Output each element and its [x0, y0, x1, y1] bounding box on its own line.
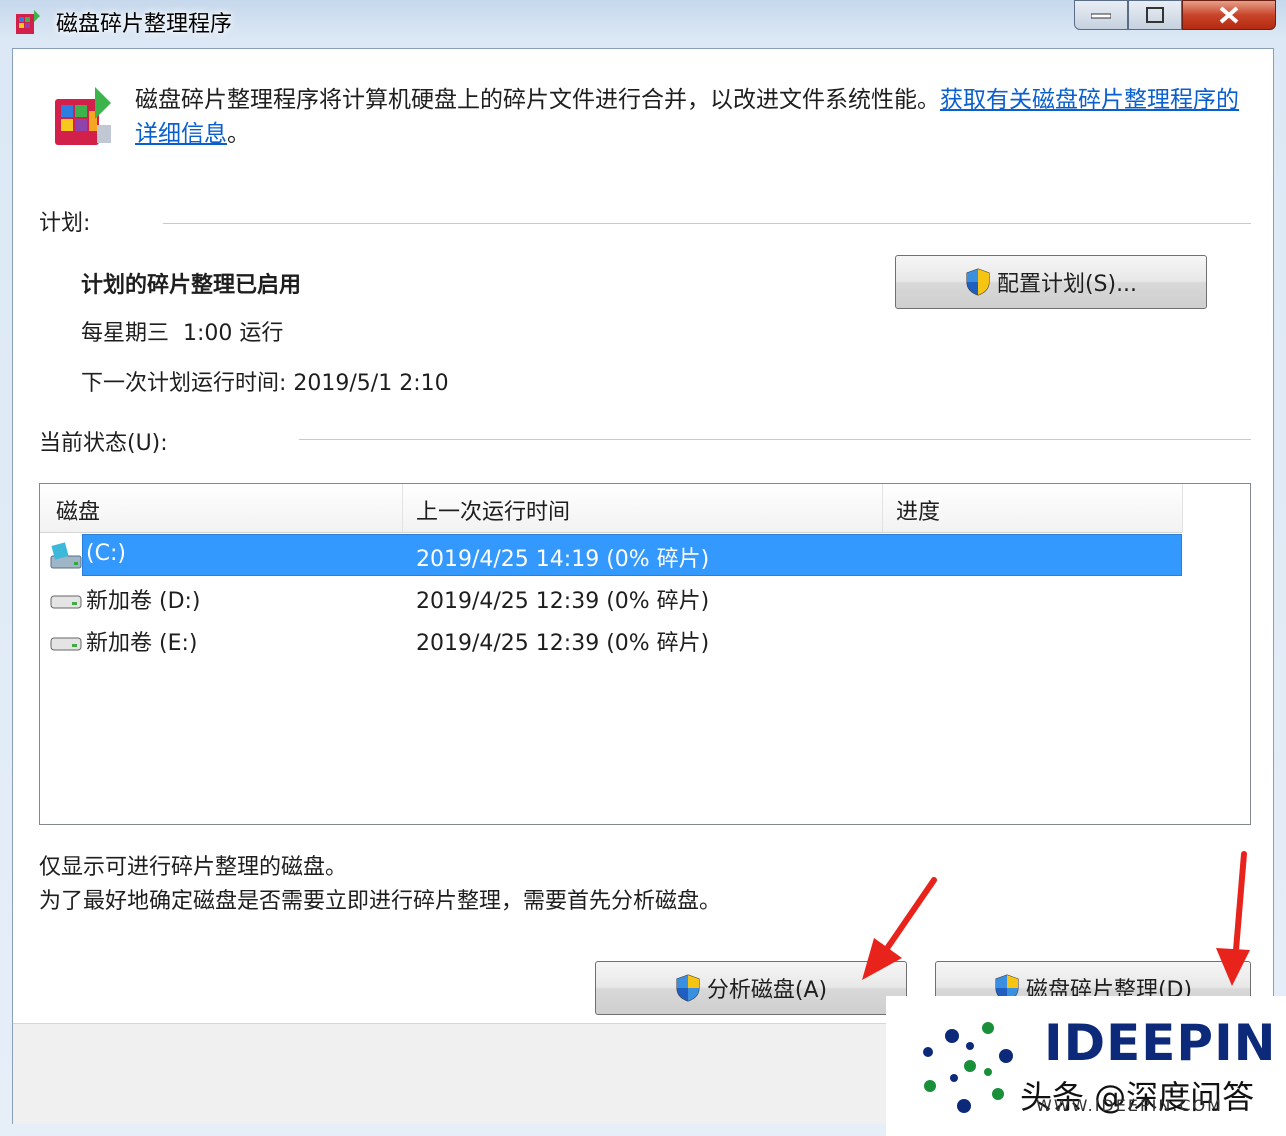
schedule-status: 计划的碎片整理已启用	[81, 273, 302, 298]
column-header-disk[interactable]: 磁盘	[56, 494, 100, 526]
red-arrow-annotation	[1216, 851, 1250, 986]
drive-icon	[50, 595, 82, 609]
disk-name: (C:)	[86, 541, 126, 566]
watermark-url: WWW.IDEEPIN.COM	[1036, 1096, 1223, 1115]
uac-shield-icon	[966, 268, 990, 296]
column-divider[interactable]	[402, 484, 403, 532]
disk-name: 新加卷 (E:)	[86, 631, 198, 656]
defrag-app-icon	[16, 10, 40, 34]
disk-last-run: 2019/4/25 14:19 (0% 碎片)	[416, 547, 710, 572]
column-divider[interactable]	[882, 484, 883, 532]
disk-name: 新加卷 (D:)	[86, 589, 201, 614]
disk-row-c[interactable]: (C:) 2019/4/25 14:19 (0% 碎片)	[40, 534, 1182, 576]
minimize-icon	[1091, 13, 1111, 19]
disk-last-run: 2019/4/25 12:39 (0% 碎片)	[416, 589, 710, 614]
column-header-progress[interactable]: 进度	[896, 494, 940, 526]
next-run-time: 下一次计划运行时间: 2019/5/1 2:10	[81, 371, 449, 396]
status-divider	[299, 439, 1251, 440]
analyze-disk-label: 分析磁盘(A)	[706, 978, 828, 1003]
watermark-logo-icon	[923, 1022, 1013, 1113]
intro-suffix: 。	[227, 121, 250, 147]
note-line-1: 仅显示可进行碎片整理的磁盘。	[39, 855, 348, 880]
schedule-divider	[163, 223, 1251, 224]
disk-row-d[interactable]: 新加卷 (D:) 2019/4/25 12:39 (0% 碎片)	[40, 576, 1182, 618]
intro-description: 磁盘碎片整理程序将计算机硬盘上的碎片文件进行合并，以改进文件系统性能。	[135, 87, 940, 113]
schedule-label: 计划:	[39, 211, 91, 236]
uac-shield-icon	[676, 974, 700, 1002]
disk-row-e[interactable]: 新加卷 (E:) 2019/4/25 12:39 (0% 碎片)	[40, 618, 1182, 660]
intro-text: 磁盘碎片整理程序将计算机硬盘上的碎片文件进行合并，以改进文件系统性能。获取有关磁…	[135, 83, 1245, 151]
schedule-frequency: 每星期三 1:00 运行	[81, 321, 284, 346]
client-area: 磁盘碎片整理程序将计算机硬盘上的碎片文件进行合并，以改进文件系统性能。获取有关磁…	[12, 48, 1274, 1124]
disk-last-run: 2019/4/25 12:39 (0% 碎片)	[416, 631, 710, 656]
watermark-brand: IDEEPIN	[1044, 1014, 1277, 1072]
defrag-window: 磁盘碎片整理程序 磁盘碎片整理程序将计算机硬盘上的碎片文件进行合并，以改进文件系…	[0, 0, 1286, 1136]
column-divider	[1182, 484, 1183, 532]
title-bar[interactable]: 磁盘碎片整理程序	[0, 0, 1286, 48]
system-drive-icon	[50, 542, 82, 569]
note-line-2: 为了最好地确定磁盘是否需要立即进行碎片整理，需要首先分析磁盘。	[39, 889, 722, 914]
watermark: IDEEPIN 头条 @深度问答 WWW.IDEEPIN.COM	[886, 996, 1286, 1136]
configure-schedule-button[interactable]: 配置计划(S)...	[895, 255, 1207, 309]
close-icon	[1219, 6, 1239, 24]
disk-list[interactable]: 磁盘 上一次运行时间 进度 (C:) 2019/4/25 14:19 (0% 碎…	[39, 483, 1251, 825]
defrag-large-icon	[55, 87, 111, 145]
maximize-icon	[1146, 7, 1164, 23]
list-header: 磁盘 上一次运行时间 进度	[40, 484, 1183, 533]
maximize-button[interactable]	[1128, 0, 1182, 30]
column-header-last-run[interactable]: 上一次运行时间	[416, 494, 570, 526]
minimize-button[interactable]	[1074, 0, 1128, 30]
window-title: 磁盘碎片整理程序	[56, 12, 233, 37]
current-status-label: 当前状态(U):	[39, 431, 168, 456]
configure-schedule-label: 配置计划(S)...	[996, 272, 1138, 297]
close-button[interactable]	[1182, 0, 1276, 30]
red-arrow-annotation	[862, 877, 937, 980]
drive-icon	[50, 637, 82, 651]
